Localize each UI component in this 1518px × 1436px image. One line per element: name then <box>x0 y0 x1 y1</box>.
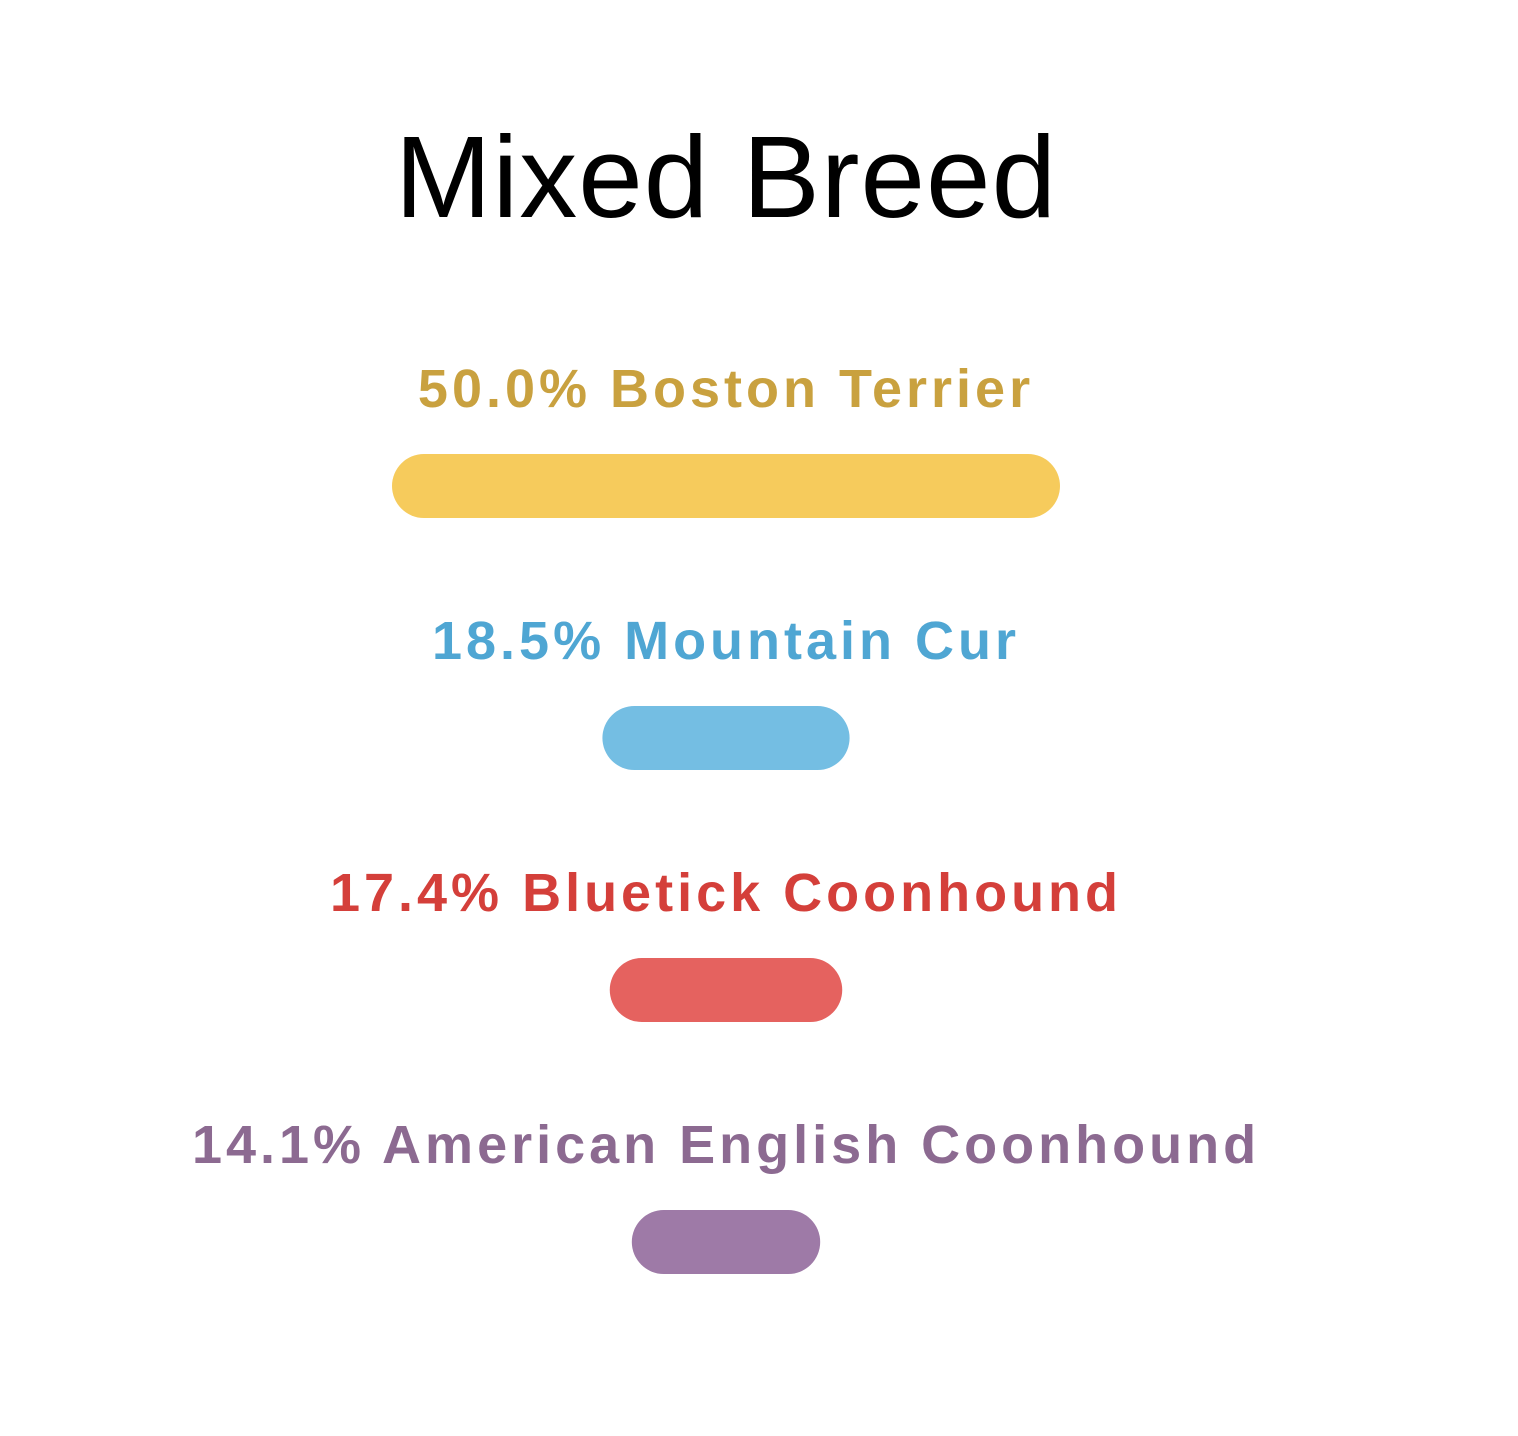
bar-boston-terrier <box>392 454 1060 518</box>
bar-bluetick-coonhound <box>609 958 843 1022</box>
bar-american-english-coonhound <box>631 1210 821 1274</box>
bar-mountain-cur <box>602 706 850 770</box>
label-american-english-coonhound: 14.1% American English Coonhound <box>192 1115 1260 1175</box>
label-boston-terrier: 50.0% Boston Terrier <box>418 359 1034 419</box>
label-mountain-cur: 18.5% Mountain Cur <box>432 611 1020 671</box>
label-bluetick-coonhound: 17.4% Bluetick Coonhound <box>330 863 1122 923</box>
breed-bars: 50.0% Boston Terrier 18.5% Mountain Cur 17… <box>192 359 1260 1274</box>
breed-chart: 50.0% Boston Terrier 18.5% Mountain Cur 17… <box>0 0 1518 1436</box>
